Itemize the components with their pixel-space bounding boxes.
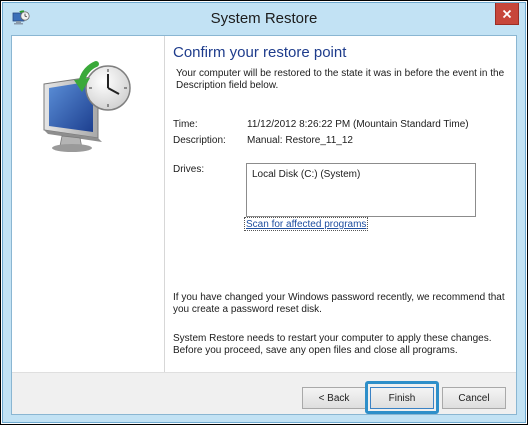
description-value: Manual: Restore_11_12 (247, 135, 353, 146)
close-icon (502, 9, 512, 18)
time-label: Time: (173, 119, 198, 130)
time-value: 11/12/2012 8:26:22 PM (Mountain Standard… (247, 119, 469, 130)
window-title: System Restore (210, 10, 318, 27)
description-label: Description: (173, 135, 226, 146)
close-button[interactable] (495, 3, 519, 25)
list-item[interactable]: Local Disk (C:) (System) (252, 169, 360, 180)
back-button[interactable]: < Back (302, 387, 366, 409)
screenshot-frame: System Restore Confirm your restore poin… (0, 0, 528, 425)
scan-affected-programs-link[interactable]: Scan for affected programs (243, 217, 369, 231)
panel-divider (164, 36, 165, 372)
title-bar: System Restore (3, 3, 525, 35)
dialog-client-area: Confirm your restore point Your computer… (11, 35, 517, 415)
system-restore-illustration-icon (43, 61, 131, 152)
left-panel (12, 36, 164, 372)
drives-list[interactable]: Local Disk (C:) (System) (246, 163, 476, 217)
system-restore-window: System Restore Confirm your restore poin… (2, 2, 526, 423)
restart-note: System Restore needs to restart your com… (173, 333, 492, 356)
cancel-button[interactable]: Cancel (442, 387, 506, 409)
content-area: Confirm your restore point Your computer… (172, 36, 512, 372)
page-title: Confirm your restore point (173, 44, 347, 61)
drives-label: Drives: (173, 164, 205, 175)
intro-text: Your computer will be restored to the st… (176, 68, 505, 91)
password-note: If you have changed your Windows passwor… (173, 292, 505, 315)
button-bar: < Back Finish Cancel (12, 372, 516, 414)
finish-button[interactable]: Finish (370, 387, 434, 409)
